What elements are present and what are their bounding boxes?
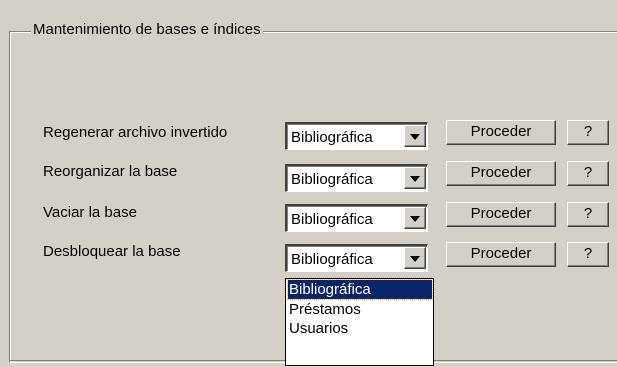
row-label-reorganizar: Reorganizar la base — [43, 163, 178, 180]
proceed-button-regenerar[interactable]: Proceder — [446, 120, 556, 145]
combo-reorganizar[interactable]: Bibliográfica — [285, 164, 428, 192]
help-button-regenerar[interactable]: ? — [567, 120, 609, 145]
dropdown-list[interactable]: Bibliográfica Préstamos Usuarios — [285, 278, 434, 366]
dropdown-option-prestamos[interactable]: Préstamos — [288, 300, 361, 319]
combo-dropdown-button[interactable] — [404, 207, 426, 229]
dropdown-option-usuarios[interactable]: Usuarios — [288, 319, 348, 338]
dropdown-option-bibliografica[interactable]: Bibliográfica — [287, 279, 433, 300]
groupbox-title: Mantenimiento de bases e índices — [31, 20, 263, 40]
combo-value: Bibliográfica — [291, 211, 373, 228]
combo-value: Bibliográfica — [291, 129, 373, 146]
help-button-reorganizar[interactable]: ? — [567, 161, 609, 186]
row-label-desbloquear: Desbloquear la base — [43, 243, 181, 260]
combo-regenerar[interactable]: Bibliográfica — [285, 122, 428, 150]
proceed-button-desbloquear[interactable]: Proceder — [446, 242, 556, 267]
chevron-down-icon — [410, 216, 420, 222]
combo-dropdown-button[interactable] — [404, 247, 426, 269]
row-label-regenerar: Regenerar archivo invertido — [43, 124, 228, 141]
chevron-down-icon — [410, 256, 420, 262]
combo-desbloquear[interactable]: Bibliográfica — [285, 244, 428, 272]
combo-value: Bibliográfica — [291, 251, 373, 268]
chevron-down-icon — [410, 176, 420, 182]
help-button-vaciar[interactable]: ? — [567, 202, 609, 227]
help-button-desbloquear[interactable]: ? — [567, 242, 609, 267]
combo-dropdown-button[interactable] — [404, 167, 426, 189]
combo-vaciar[interactable]: Bibliográfica — [285, 204, 428, 232]
row-label-vaciar: Vaciar la base — [43, 204, 137, 221]
combo-value: Bibliográfica — [291, 171, 373, 188]
proceed-button-reorganizar[interactable]: Proceder — [446, 161, 556, 186]
proceed-button-vaciar[interactable]: Proceder — [446, 202, 556, 227]
chevron-down-icon — [410, 134, 420, 140]
combo-dropdown-button[interactable] — [404, 125, 426, 147]
